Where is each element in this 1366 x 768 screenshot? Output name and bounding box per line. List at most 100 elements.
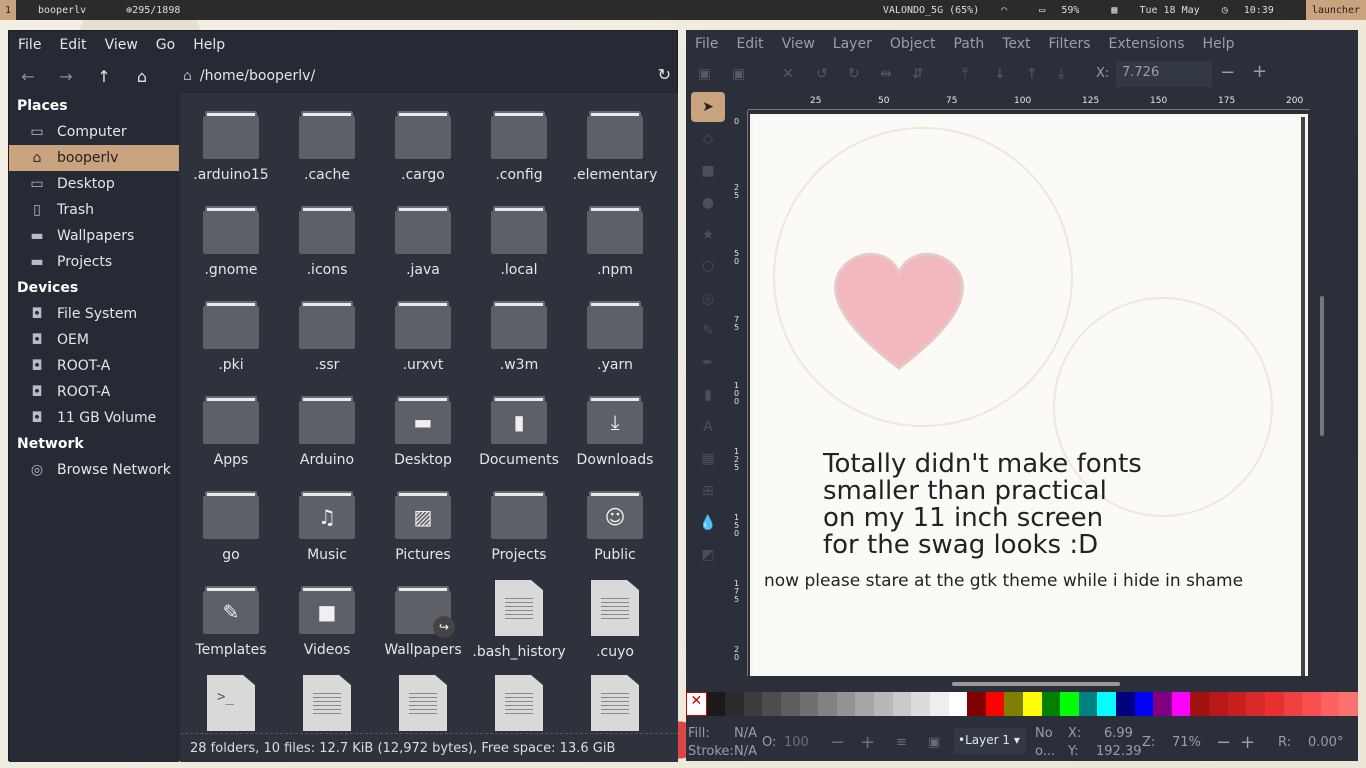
sidebar-item-home[interactable]: ⌂ booperlv bbox=[9, 145, 179, 171]
file-item[interactable]: Arduino bbox=[279, 378, 375, 473]
file-item[interactable]: .cuyo bbox=[567, 568, 663, 663]
sidebar-item-root-a-2[interactable]: ◘ ROOT-A bbox=[9, 379, 179, 405]
file-item[interactable]: .pki bbox=[183, 283, 279, 378]
file-item[interactable]: .w3m bbox=[471, 283, 567, 378]
file-item[interactable]: .gnome bbox=[183, 188, 279, 283]
rotate-ccw-icon[interactable]: ↺ bbox=[816, 66, 828, 82]
file-item[interactable]: .local bbox=[471, 188, 567, 283]
color-swatch[interactable] bbox=[1190, 692, 1210, 716]
color-swatch[interactable] bbox=[967, 692, 986, 716]
file-item[interactable]: >_ bbox=[183, 663, 279, 733]
file-item[interactable]: .npm bbox=[567, 188, 663, 283]
file-item[interactable]: .yarn bbox=[567, 283, 663, 378]
zoom-out-button[interactable]: − bbox=[1216, 732, 1231, 753]
ink-menu-edit[interactable]: Edit bbox=[727, 36, 772, 52]
color-swatch[interactable] bbox=[725, 692, 744, 716]
fm-menu-edit[interactable]: Edit bbox=[50, 37, 95, 53]
color-swatch[interactable] bbox=[706, 692, 726, 716]
color-swatch[interactable] bbox=[1060, 692, 1079, 716]
color-swatch[interactable] bbox=[1097, 692, 1117, 716]
color-swatch[interactable] bbox=[1264, 692, 1284, 716]
text-tool[interactable]: A bbox=[691, 412, 725, 442]
select-all-layers-icon[interactable]: ▣ bbox=[732, 66, 745, 82]
file-item[interactable] bbox=[567, 663, 663, 733]
selector-tool[interactable]: ➤ bbox=[691, 92, 725, 122]
lower-to-bottom-icon[interactable]: ⤓ bbox=[1058, 66, 1064, 82]
layer-selector[interactable]: •Layer 1 ▾ bbox=[954, 728, 1026, 754]
sidebar-item-root-a-1[interactable]: ◘ ROOT-A bbox=[9, 353, 179, 379]
color-swatch[interactable] bbox=[874, 692, 893, 716]
fm-menu-view[interactable]: View bbox=[96, 37, 147, 53]
ink-menu-filters[interactable]: Filters bbox=[1040, 36, 1100, 52]
file-item[interactable]: .icons bbox=[279, 188, 375, 283]
file-item[interactable]: .cargo bbox=[375, 93, 471, 188]
canvas-subtext[interactable]: now please stare at the gtk theme while … bbox=[764, 571, 1243, 591]
zoom-input[interactable]: 71% bbox=[1172, 735, 1201, 750]
color-swatch[interactable] bbox=[1134, 692, 1154, 716]
x-increment-button[interactable]: + bbox=[1252, 61, 1267, 82]
color-swatch[interactable] bbox=[1153, 692, 1172, 716]
spiral-tool[interactable]: ◎ bbox=[691, 284, 725, 314]
file-item[interactable]: .bash_history bbox=[471, 568, 567, 663]
file-item[interactable]: ☺ Public bbox=[567, 473, 663, 568]
stroke-value[interactable]: N/A bbox=[734, 744, 757, 759]
reload-icon[interactable]: ↻ bbox=[658, 65, 671, 84]
color-swatch[interactable] bbox=[892, 692, 912, 716]
ink-menu-help[interactable]: Help bbox=[1194, 36, 1244, 52]
file-item[interactable] bbox=[375, 663, 471, 733]
up-button[interactable]: ↑ bbox=[85, 61, 123, 91]
sidebar-item-oem[interactable]: ◘ OEM bbox=[9, 327, 179, 353]
node-tool[interactable]: ◇ bbox=[691, 124, 725, 154]
3d-box-tool[interactable]: ⬡ bbox=[691, 252, 725, 282]
color-swatch[interactable] bbox=[1339, 692, 1358, 716]
pencil-tool[interactable]: ✎ bbox=[691, 316, 725, 346]
file-item[interactable]: ▮ Documents bbox=[471, 378, 567, 473]
star-tool[interactable]: ★ bbox=[691, 220, 725, 250]
opacity-increment-button[interactable]: + bbox=[860, 732, 875, 753]
location-bar[interactable]: ⌂ /home/booperlv/ bbox=[173, 61, 675, 91]
ink-menu-layer[interactable]: Layer bbox=[824, 36, 881, 52]
color-swatch[interactable] bbox=[1041, 692, 1061, 716]
color-swatch[interactable] bbox=[743, 692, 763, 716]
file-item[interactable]: .arduino15 bbox=[183, 93, 279, 188]
ink-menu-path[interactable]: Path bbox=[944, 36, 993, 52]
color-swatch[interactable] bbox=[781, 692, 800, 716]
canvas-heading[interactable]: Totally didn't make fonts smaller than p… bbox=[823, 451, 1142, 559]
fm-menu-file[interactable]: File bbox=[9, 37, 50, 53]
ink-menu-text[interactable]: Text bbox=[993, 36, 1039, 52]
horizontal-scrollbar[interactable] bbox=[952, 682, 1120, 686]
layer-visibility-icon[interactable]: ≡ bbox=[896, 735, 907, 750]
file-item[interactable]: ✎ Templates bbox=[183, 568, 279, 663]
file-item[interactable] bbox=[471, 663, 567, 733]
rect-tool[interactable]: ■ bbox=[691, 156, 725, 186]
file-item[interactable]: ▬ Desktop bbox=[375, 378, 471, 473]
color-swatch[interactable] bbox=[1078, 692, 1098, 716]
file-item[interactable]: ⤓ Downloads bbox=[567, 378, 663, 473]
zoom-in-button[interactable]: + bbox=[1240, 732, 1255, 753]
gradient-tool[interactable]: ▦ bbox=[691, 444, 725, 474]
sidebar-item-computer[interactable]: ▭ Computer bbox=[9, 119, 179, 145]
color-swatch[interactable] bbox=[1171, 692, 1191, 716]
sidebar-item-desktop[interactable]: ▭ Desktop bbox=[9, 171, 179, 197]
wifi-status[interactable]: VALONDO_5G (65%) ◠ bbox=[883, 5, 1023, 16]
mesh-tool[interactable]: ⊞ bbox=[691, 476, 725, 506]
ink-menu-object[interactable]: Object bbox=[881, 36, 945, 52]
home-button[interactable]: ⌂ bbox=[123, 61, 161, 91]
file-item[interactable]: .java bbox=[375, 188, 471, 283]
lower-icon[interactable]: ↑ bbox=[1026, 66, 1038, 82]
color-swatch[interactable] bbox=[1116, 692, 1135, 716]
file-item[interactable]: .urxvt bbox=[375, 283, 471, 378]
color-swatch[interactable] bbox=[948, 692, 968, 716]
dropper-tool[interactable]: 💧 bbox=[691, 508, 725, 538]
file-item[interactable]: .config bbox=[471, 93, 567, 188]
rotate-cw-icon[interactable]: ↻ bbox=[848, 66, 860, 82]
color-swatch[interactable] bbox=[855, 692, 875, 716]
opacity-input[interactable]: 100 bbox=[784, 735, 809, 750]
opacity-decrement-button[interactable]: − bbox=[830, 732, 845, 753]
no-paint-swatch[interactable]: ✕ bbox=[686, 692, 707, 716]
fm-menu-go[interactable]: Go bbox=[147, 37, 184, 53]
color-swatch[interactable] bbox=[818, 692, 837, 716]
file-item[interactable]: Projects bbox=[471, 473, 567, 568]
launcher-button[interactable]: launcher bbox=[1305, 0, 1366, 20]
raise-to-top-icon[interactable]: ⤒ bbox=[962, 66, 968, 82]
